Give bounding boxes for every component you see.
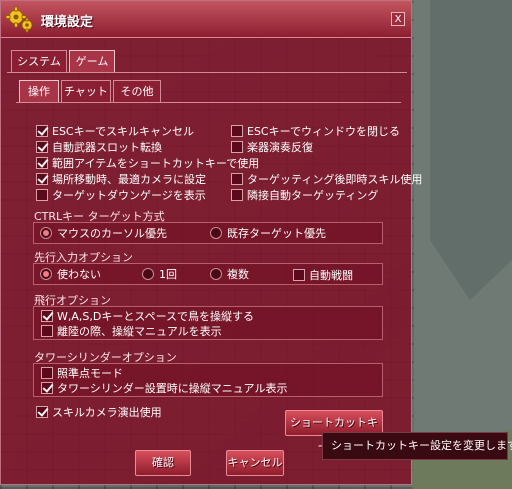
checkbox-esc-skill-cancel[interactable]	[36, 125, 48, 137]
tooltip: ショートカットキー設定を変更します。	[322, 432, 512, 460]
checkbox-auto-combat[interactable]	[293, 269, 305, 281]
gear-icon	[5, 6, 33, 33]
label-mouse-cursor: マウスのカーソル優先	[57, 227, 167, 240]
label-area-item-shortcut: 範囲アイテムをショートカットキーで使用	[52, 157, 260, 170]
cancel-button[interactable]: キャンセル	[226, 450, 284, 476]
tab-chat[interactable]: チャット	[61, 80, 111, 102]
label-existing-target: 既存ターゲット優先	[227, 227, 326, 240]
label-auto-weapon-slot: 自動武器スロット転換	[52, 141, 162, 154]
label-preinput-none: 使わない	[57, 268, 101, 281]
close-button[interactable]: X	[391, 12, 405, 26]
tab-divider	[7, 72, 407, 73]
settings-window: 環境設定 X システム ゲーム 操作 チャット その他 ESCキーでスキルキャン…	[0, 0, 422, 485]
label-preinput-multiple: 複数	[227, 268, 249, 281]
tab-system[interactable]: システム	[11, 50, 67, 72]
confirm-button[interactable]: 確認	[135, 450, 191, 476]
radio-mouse-cursor[interactable]	[40, 227, 52, 239]
window-title: 環境設定	[41, 15, 94, 30]
checkbox-target-down-gauge[interactable]	[36, 189, 48, 201]
checkbox-esc-close-window[interactable]	[231, 125, 243, 137]
label-target-down-gauge: ターゲットダウンゲージを表示	[52, 189, 206, 202]
checkbox-bird-control[interactable]	[41, 310, 53, 322]
label-tower-manual: タワーシリンダー設置時に操縦マニュアル表示	[57, 382, 288, 395]
title-bar[interactable]: 環境設定 X	[1, 1, 411, 38]
label-aim-mode: 照準点モード	[57, 367, 123, 380]
label-takeoff-manual: 離陸の際、操縦マニュアルを表示	[57, 325, 222, 338]
tab-other[interactable]: その他	[113, 80, 161, 102]
label-esc-close-window: ESCキーでウィンドウを閉じる	[247, 125, 400, 138]
label-adjacent-auto-target: 隣接自動ターゲッティング	[247, 189, 379, 202]
subtab-divider	[16, 102, 401, 103]
radio-existing-target[interactable]	[210, 227, 222, 239]
label-auto-combat: 自動戦闘	[309, 269, 353, 282]
label-instant-skill: ターゲッティング後即時スキル使用	[247, 173, 423, 186]
radio-preinput-none[interactable]	[40, 268, 52, 280]
label-preinput-once: 1回	[159, 268, 177, 281]
tab-controls[interactable]: 操作	[19, 80, 59, 102]
checkbox-auto-weapon-slot[interactable]	[36, 141, 48, 153]
label-skill-camera: スキルカメラ演出使用	[52, 406, 162, 419]
checkbox-takeoff-manual[interactable]	[41, 325, 53, 337]
tab-game[interactable]: ゲーム	[69, 50, 115, 72]
checkbox-instrument-repeat[interactable]	[231, 141, 243, 153]
checkbox-adjacent-auto-target[interactable]	[231, 189, 243, 201]
label-optimal-camera: 場所移動時、最適カメラに設定	[52, 173, 206, 186]
label-bird-control: W,A,S,Dキーとスペースで鳥を操縦する	[57, 310, 255, 323]
checkbox-area-item-shortcut[interactable]	[36, 157, 48, 169]
label-esc-skill-cancel: ESCキーでスキルキャンセル	[52, 125, 194, 138]
label-instrument-repeat: 楽器演奏反復	[247, 141, 313, 154]
checkbox-optimal-camera[interactable]	[36, 173, 48, 185]
checkbox-tower-manual[interactable]	[41, 382, 53, 394]
checkbox-aim-mode[interactable]	[41, 367, 53, 379]
checkbox-instant-skill[interactable]	[231, 173, 243, 185]
checkbox-skill-camera[interactable]	[36, 406, 48, 418]
radio-preinput-multiple[interactable]	[210, 268, 222, 280]
radio-preinput-once[interactable]	[142, 268, 154, 280]
